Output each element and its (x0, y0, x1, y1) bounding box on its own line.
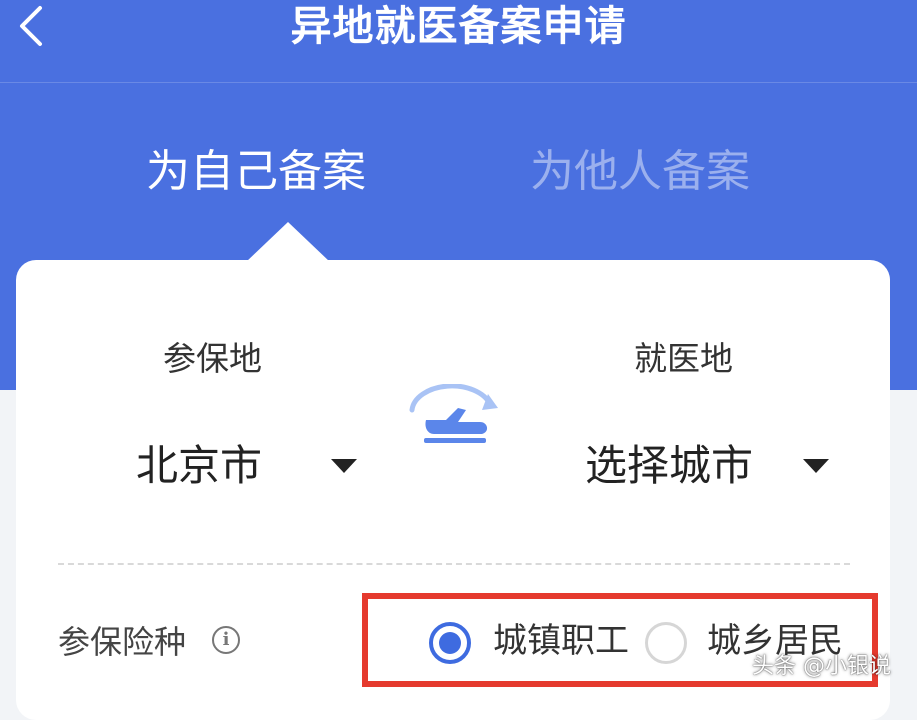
insurance-type-label: 参保险种 (58, 623, 187, 661)
active-tab-pointer (246, 222, 330, 262)
insured-place-label: 参保地 (163, 339, 262, 378)
tab-others-registration[interactable]: 为他人备案 (530, 144, 750, 200)
swap-button[interactable] (408, 383, 500, 448)
treatment-place-dropdown-icon[interactable] (803, 459, 829, 473)
tab-self-registration[interactable]: 为自己备案 (146, 144, 366, 200)
radio-urban-rural-resident[interactable] (645, 622, 687, 664)
section-divider (58, 563, 850, 565)
top-bar: 异地就医备案申请 (0, 0, 917, 83)
plane-swap-icon (409, 383, 498, 443)
insured-place-value[interactable]: 北京市 (136, 439, 262, 493)
watermark: 头条 @小银说 (752, 654, 891, 679)
treatment-place-label: 就医地 (634, 339, 733, 378)
radio-label-urban-employee[interactable]: 城镇职工 (493, 618, 629, 664)
page-title: 异地就医备案申请 (290, 2, 627, 50)
radio-urban-employee[interactable] (429, 622, 471, 664)
info-icon[interactable]: i (212, 626, 240, 654)
insured-place-dropdown-icon[interactable] (331, 459, 357, 473)
treatment-place-select[interactable]: 选择城市 (585, 439, 753, 493)
